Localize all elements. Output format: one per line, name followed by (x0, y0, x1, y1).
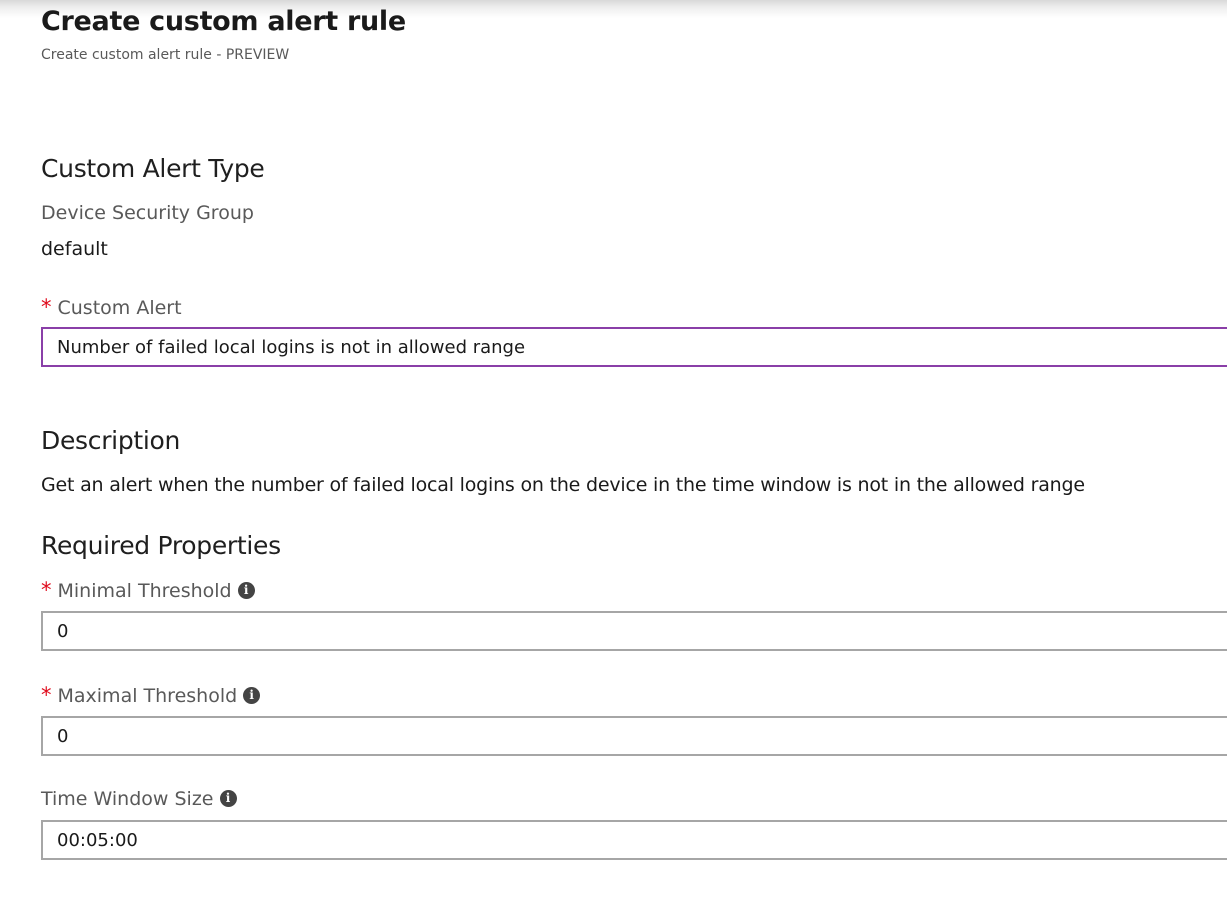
time-window-size-input[interactable] (41, 820, 1227, 860)
maximal-threshold-label: * Maximal Threshold i (41, 683, 261, 707)
maximal-threshold-label-text: Maximal Threshold (57, 685, 238, 707)
required-asterisk: * (41, 578, 52, 602)
required-properties-heading: Required Properties (41, 531, 281, 560)
create-alert-rule-blade: Create custom alert rule Create custom a… (0, 0, 1227, 919)
minimal-threshold-input[interactable] (41, 611, 1227, 651)
device-security-group-value: default (41, 238, 108, 260)
custom-alert-label-text: Custom Alert (57, 297, 182, 319)
required-asterisk: * (41, 683, 52, 707)
custom-alert-type-heading: Custom Alert Type (41, 154, 265, 183)
blade-subtitle: Create custom alert rule - PREVIEW (41, 47, 290, 63)
description-heading: Description (41, 426, 181, 455)
info-icon[interactable]: i (219, 790, 237, 807)
info-icon[interactable]: i (243, 687, 261, 704)
device-security-group-label: Device Security Group (41, 202, 254, 224)
info-icon[interactable]: i (237, 582, 255, 599)
required-asterisk: * (41, 295, 52, 319)
maximal-threshold-input[interactable] (41, 716, 1227, 756)
custom-alert-dropdown[interactable] (41, 327, 1227, 367)
description-text: Get an alert when the number of failed l… (41, 474, 1085, 496)
minimal-threshold-label: * Minimal Threshold i (41, 578, 255, 602)
time-window-size-label: Time Window Size i (41, 788, 237, 810)
minimal-threshold-label-text: Minimal Threshold (57, 580, 232, 602)
time-window-size-label-text: Time Window Size (41, 788, 214, 810)
custom-alert-label: * Custom Alert (41, 295, 182, 319)
blade-title: Create custom alert rule (41, 6, 406, 37)
